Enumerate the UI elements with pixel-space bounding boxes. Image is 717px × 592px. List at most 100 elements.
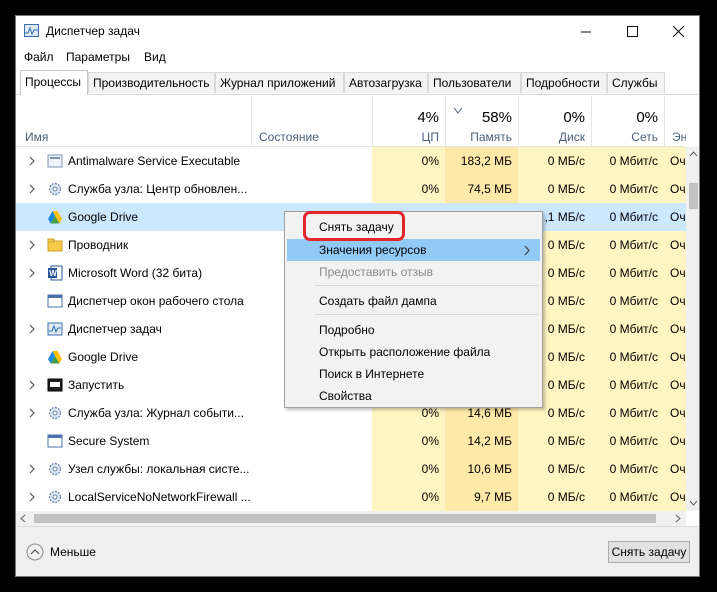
svg-text:W: W: [49, 269, 57, 278]
end-task-button[interactable]: Снять задачу: [608, 541, 690, 563]
network-value: 0 Мбит/с: [609, 350, 658, 364]
ctx-open-file-location-label: Открыть расположение файла: [319, 345, 491, 359]
ctx-details-label: Подробно: [319, 323, 375, 337]
menu-file[interactable]: Файл: [24, 50, 54, 64]
maximize-button[interactable]: [609, 16, 655, 46]
ctx-open-file-location[interactable]: Открыть расположение файла: [287, 341, 540, 363]
energy-value: Оч: [670, 294, 686, 308]
expand-chevron-icon[interactable]: [28, 324, 36, 334]
process-name: Узел службы: локальная систе...: [68, 462, 250, 476]
menu-view[interactable]: Вид: [144, 50, 166, 64]
table-row[interactable]: Узел службы: локальная систе... 0% 10,6 МБ…: [16, 455, 686, 483]
memory-value: 10,6 МБ: [467, 462, 512, 476]
ctx-search-online[interactable]: Поиск в Интернете: [287, 363, 540, 385]
ctx-create-dump[interactable]: Создать файл дампа: [287, 290, 540, 312]
disk-value: 0 МБ/с: [547, 406, 585, 420]
horizontal-scrollbar[interactable]: [16, 511, 686, 526]
ctx-details[interactable]: Подробно: [287, 319, 540, 341]
column-name[interactable]: Имя: [16, 96, 252, 146]
process-name: Microsoft Word (32 бита): [68, 266, 203, 280]
energy-value: Оч: [670, 154, 686, 168]
ctx-resource-values-label: Значения ресурсов: [319, 243, 427, 257]
vertical-scroll-thumb[interactable]: [689, 183, 698, 209]
disk-total: 0%: [563, 109, 585, 126]
process-name: LocalServiceNoNetworkFirewall ...: [68, 490, 251, 504]
title-bar[interactable]: Диспетчер задач: [16, 16, 699, 46]
energy-value: Оч: [670, 238, 686, 252]
column-energy[interactable]: Энер: [664, 96, 686, 146]
tab-startup[interactable]: Автозагрузка: [344, 72, 428, 93]
expand-chevron-icon[interactable]: [28, 184, 36, 194]
ctx-properties[interactable]: Свойства: [287, 385, 540, 407]
expand-chevron-icon[interactable]: [28, 492, 36, 502]
tab-processes[interactable]: Процессы: [20, 70, 88, 95]
expand-chevron-icon[interactable]: [28, 240, 36, 250]
highlight-annotation: [303, 211, 405, 241]
fewer-details-toggle[interactable]: Меньше: [26, 543, 96, 561]
column-memory[interactable]: 58% Память: [445, 96, 518, 146]
expand-chevron-icon[interactable]: [28, 268, 36, 278]
footer-bar: Меньше Снять задачу: [16, 526, 699, 576]
vertical-scrollbar[interactable]: [686, 147, 700, 511]
process-name: Google Drive: [68, 210, 139, 224]
table-row[interactable]: Secure System 0% 14,2 МБ 0 МБ/с 0 Мбит/с Оч: [16, 427, 686, 455]
ctx-resource-values[interactable]: Значения ресурсов: [287, 239, 540, 261]
network-total: 0%: [636, 109, 658, 126]
close-button[interactable]: [655, 16, 699, 46]
tab-services[interactable]: Службы: [607, 72, 665, 93]
energy-value: Оч: [670, 378, 686, 392]
scroll-down-icon[interactable]: [686, 496, 700, 511]
tab-performance[interactable]: Производительность: [88, 72, 215, 93]
cpu-value: 0%: [421, 406, 439, 420]
ctx-create-dump-label: Создать файл дампа: [319, 294, 437, 308]
column-status[interactable]: Состояние: [252, 96, 372, 146]
column-network[interactable]: 0% Сеть: [591, 96, 664, 146]
minimize-button[interactable]: [563, 16, 609, 46]
disk-value: 0 МБ/с: [547, 490, 585, 504]
expand-chevron-icon[interactable]: [28, 380, 36, 390]
scroll-right-icon[interactable]: [671, 511, 686, 526]
tab-details[interactable]: Подробности: [521, 72, 607, 93]
menu-options[interactable]: Параметры: [66, 50, 130, 64]
process-name: Служба узла: Журнал событи...: [68, 406, 244, 420]
memory-value: 74,5 МБ: [467, 182, 512, 196]
expand-chevron-icon[interactable]: [28, 156, 36, 166]
energy-value: Оч: [670, 462, 686, 476]
scroll-left-icon[interactable]: [16, 511, 31, 526]
ctx-separator: [315, 285, 538, 286]
tab-strip: Процессы Производительность Журнал прило…: [16, 70, 699, 95]
ctx-give-feedback-label: Предоставить отзыв: [319, 265, 433, 279]
process-name: Google Drive: [68, 350, 139, 364]
ctx-separator: [315, 314, 538, 315]
disk-value: 0 МБ/с: [547, 434, 585, 448]
network-value: 0 Мбит/с: [609, 378, 658, 392]
expand-chevron-icon[interactable]: [28, 408, 36, 418]
ctx-search-online-label: Поиск в Интернете: [319, 367, 425, 381]
minimize-icon: [580, 31, 591, 32]
cpu-value: 0%: [421, 490, 439, 504]
cpu-label: ЦП: [421, 130, 439, 144]
horizontal-scroll-thumb[interactable]: [34, 514, 656, 523]
table-row[interactable]: LocalServiceNoNetworkFirewall ... 0% 9,7 М…: [16, 483, 686, 511]
memory-value: 14,6 МБ: [467, 406, 512, 420]
table-row[interactable]: Antimalware Service Executable 0% 183,2 МБ…: [16, 147, 686, 175]
task-manager-app-icon: [24, 24, 39, 37]
energy-label: Энер: [672, 130, 686, 144]
column-cpu[interactable]: 4% ЦП: [372, 96, 445, 146]
expand-chevron-icon[interactable]: [28, 464, 36, 474]
maximize-icon: [626, 25, 638, 37]
energy-value: Оч: [670, 490, 686, 504]
process-name: Запустить: [68, 378, 125, 392]
gear-icon: [48, 182, 62, 196]
tab-app-history[interactable]: Журнал приложений: [215, 72, 344, 93]
network-value: 0 Мбит/с: [609, 294, 658, 308]
tab-users[interactable]: Пользователи: [428, 72, 521, 93]
table-row[interactable]: Служба узла: Центр обновлен... 0% 74,5 МБ 0…: [16, 175, 686, 203]
chevron-right-icon: [524, 246, 530, 255]
column-disk[interactable]: 0% Диск: [518, 96, 591, 146]
window-icon: [47, 434, 63, 448]
process-name: Secure System: [68, 434, 150, 448]
scroll-up-icon[interactable]: [686, 147, 700, 162]
energy-value: Оч: [670, 434, 686, 448]
window-title: Диспетчер задач: [46, 24, 140, 38]
